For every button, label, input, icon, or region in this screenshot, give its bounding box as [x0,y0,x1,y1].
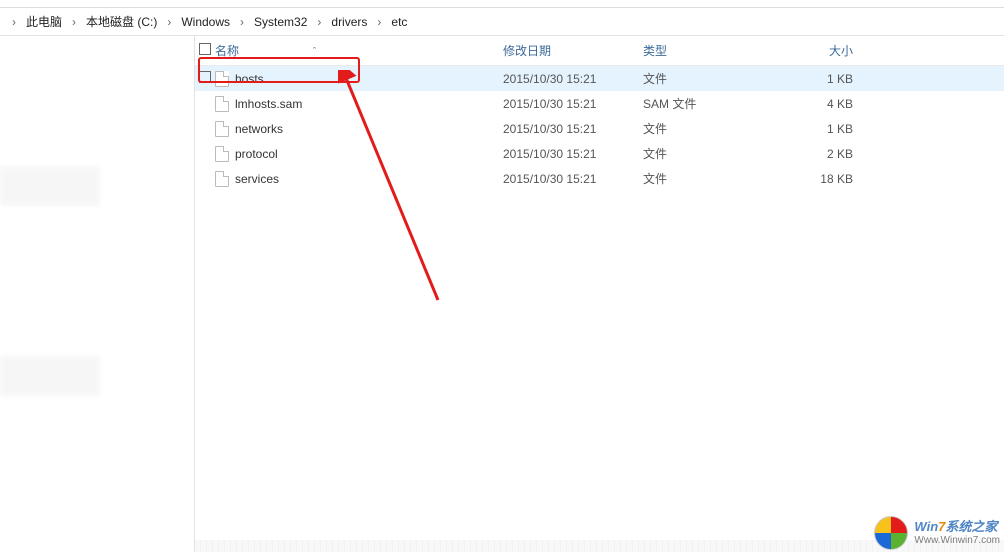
file-row[interactable]: protocol 2015/10/30 15:21 文件 2 KB [195,141,1004,166]
chevron-right-icon: › [311,15,327,29]
chevron-right-icon: › [371,15,387,29]
column-name[interactable]: 名称 ˆ [215,42,503,59]
windows-logo-icon [874,516,908,550]
select-all-checkbox[interactable] [199,43,211,55]
file-icon [215,171,229,187]
chevron-right-icon: › [234,15,250,29]
breadcrumb-segment[interactable]: drivers [327,15,371,29]
watermark-title: Win7系统之家 [914,519,1000,535]
file-date: 2015/10/30 15:21 [503,172,643,186]
chevron-right-icon: › [6,15,22,29]
file-type: 文件 [643,120,783,137]
breadcrumb[interactable]: › 此电脑 › 本地磁盘 (C:) › Windows › System32 ›… [0,8,1004,36]
chevron-right-icon: › [161,15,177,29]
sort-asc-icon: ˆ [313,46,316,56]
breadcrumb-segment[interactable]: 本地磁盘 (C:) [82,13,161,30]
breadcrumb-segment[interactable]: Windows [177,15,234,29]
file-type: 文件 [643,145,783,162]
watermark-url: Www.Winwin7.com [914,535,1000,547]
file-name: protocol [235,147,278,161]
breadcrumb-segment[interactable]: etc [387,15,411,29]
file-list-pane: 名称 ˆ 修改日期 类型 大小 hosts 2015/10/30 15:21 文… [195,36,1004,552]
column-date[interactable]: 修改日期 [503,42,643,59]
file-type: 文件 [643,170,783,187]
file-type: 文件 [643,70,783,87]
file-row[interactable]: networks 2015/10/30 15:21 文件 1 KB [195,116,1004,141]
file-date: 2015/10/30 15:21 [503,122,643,136]
column-size[interactable]: 大小 [783,42,873,59]
file-size: 1 KB [783,122,873,136]
file-name: hosts [235,72,264,86]
file-type: SAM 文件 [643,95,783,112]
file-size: 1 KB [783,72,873,86]
file-icon [215,96,229,112]
file-name: services [235,172,279,186]
breadcrumb-segment[interactable]: System32 [250,15,311,29]
file-icon [215,121,229,137]
navigation-pane[interactable] [0,36,195,552]
ribbon-tabs [0,0,1004,8]
watermark: Win7系统之家 Www.Winwin7.com [874,516,1000,550]
file-date: 2015/10/30 15:21 [503,147,643,161]
file-date: 2015/10/30 15:21 [503,97,643,111]
row-checkbox[interactable] [199,71,211,83]
file-name: networks [235,122,283,136]
file-name: lmhosts.sam [235,97,302,111]
file-size: 4 KB [783,97,873,111]
file-icon [215,71,229,87]
breadcrumb-segment[interactable]: 此电脑 [22,13,66,30]
file-row[interactable]: services 2015/10/30 15:21 文件 18 KB [195,166,1004,191]
column-type[interactable]: 类型 [643,42,783,59]
file-icon [215,146,229,162]
file-row[interactable]: hosts 2015/10/30 15:21 文件 1 KB [195,66,1004,91]
file-date: 2015/10/30 15:21 [503,72,643,86]
column-headers[interactable]: 名称 ˆ 修改日期 类型 大小 [195,36,1004,66]
file-size: 18 KB [783,172,873,186]
file-size: 2 KB [783,147,873,161]
file-row[interactable]: lmhosts.sam 2015/10/30 15:21 SAM 文件 4 KB [195,91,1004,116]
chevron-right-icon: › [66,15,82,29]
column-name-label: 名称 [215,42,239,59]
